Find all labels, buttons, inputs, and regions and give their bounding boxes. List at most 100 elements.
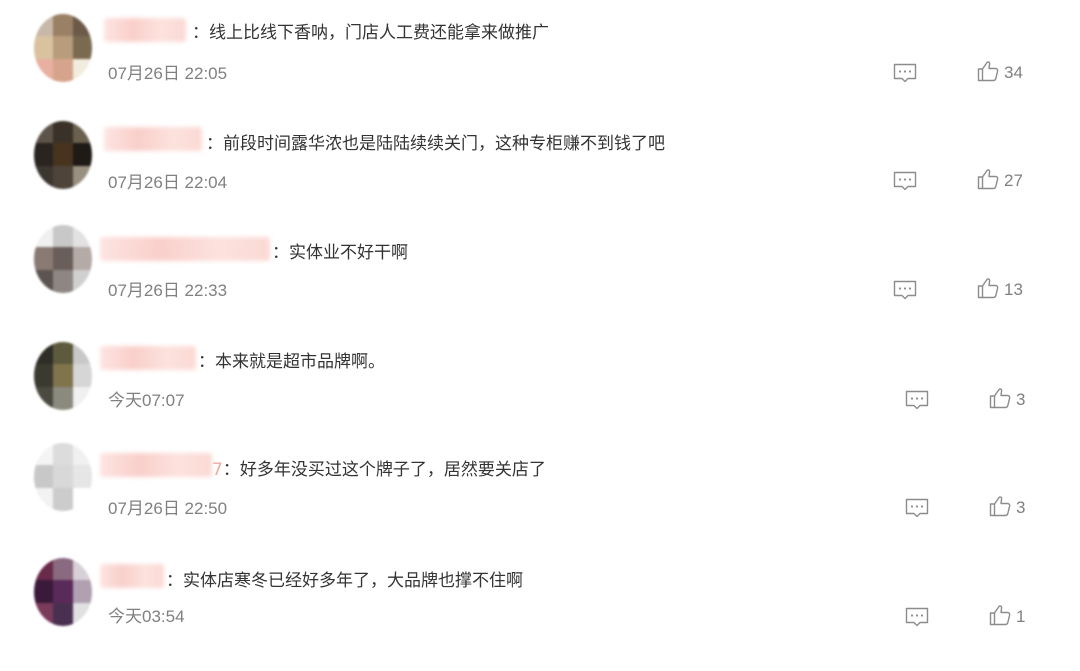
user-name[interactable] [100,453,212,477]
like-count: 27 [1004,171,1023,190]
like-button[interactable]: 34 [976,60,1023,86]
comment-body: ：好多年没买过这个牌子了，居然要关店了 [222,460,546,480]
like-count: 34 [1004,63,1023,82]
avatar-pixel [73,36,92,60]
thumbs-up-icon [976,167,1000,195]
avatar-pixel [73,580,92,604]
avatar[interactable] [34,558,92,626]
avatar-pixel [53,488,73,511]
comment-item: 7：好多年没买过这个牌子了，居然要关店了 07月26日 22:50 3 [0,437,1080,547]
avatar-pixel [34,580,53,604]
avatar-pixel [34,247,53,271]
reply-icon[interactable] [904,387,930,413]
avatar[interactable] [34,14,92,82]
avatar-pixel [34,465,53,489]
avatar-pixel [73,121,92,144]
comment-text: ：实体店寒冬已经好多年了，大品牌也撑不住啊 [166,566,523,591]
avatar-pixel [73,558,92,581]
avatar-pixel [73,465,92,489]
avatar-pixel [53,121,73,144]
comment-text: 7：好多年没买过这个牌子了，居然要关店了 [212,455,546,480]
like-button[interactable]: 3 [988,387,1025,413]
comment-time: 07月26日 22:04 [108,173,228,192]
avatar-pixel [34,342,53,365]
avatar-pixel [53,465,73,489]
comment-body: ：本来就是超市品牌啊。 [198,352,385,372]
avatar-pixel [73,225,92,248]
reply-icon[interactable] [892,168,918,194]
like-count: 3 [1016,390,1026,409]
avatar[interactable] [34,342,92,410]
avatar-pixel [53,603,73,626]
avatar-pixel [53,443,73,466]
comment-item: ：线上比线下香呐，门店人工费还能拿来做推广 07月26日 22:05 34 [0,0,1080,110]
comment-text: ：线上比线下香呐，门店人工费还能拿来做推广 [192,18,549,43]
avatar-pixel [34,121,53,144]
user-name[interactable] [100,237,270,261]
reply-icon[interactable] [892,60,918,86]
user-suffix[interactable]: 7 [212,460,223,480]
avatar-pixel [34,488,53,511]
avatar-pixel [73,364,92,388]
like-count: 1 [1016,607,1026,626]
user-name[interactable] [104,18,186,42]
comment-text: ：本来就是超市品牌啊。 [198,347,385,372]
avatar[interactable] [34,225,92,293]
reply-icon[interactable] [904,495,930,521]
avatar-pixel [53,166,73,189]
comment-text: ：前段时间露华浓也是陆陆续续关门，这种专柜赚不到钱了吧 [206,129,665,154]
avatar[interactable] [34,121,92,189]
comment-time: 今天07:07 [108,391,185,410]
user-name[interactable] [100,564,164,588]
avatar-pixel [53,558,73,581]
reply-icon[interactable] [892,277,918,303]
like-button[interactable]: 3 [988,495,1025,521]
comment-item: ：前段时间露华浓也是陆陆续续关门，这种专柜赚不到钱了吧 07月26日 22:04… [0,109,1080,219]
avatar-pixel [34,14,53,37]
thumbs-up-icon [976,59,1000,87]
comment-item: ：本来就是超市品牌啊。 今天07:07 3 [0,328,1080,438]
avatar-pixel [73,166,92,189]
thumbs-up-icon [988,386,1012,414]
like-button[interactable]: 13 [976,277,1023,303]
like-button[interactable]: 27 [976,168,1023,194]
avatar-pixel [73,59,92,82]
comment-time: 07月26日 22:05 [108,64,228,83]
avatar-pixel [73,443,92,466]
user-name[interactable] [104,127,202,151]
avatar-pixel [53,36,73,60]
comment-body: ：线上比线下香呐，门店人工费还能拿来做推广 [192,23,549,43]
avatar[interactable] [34,443,92,511]
avatar-pixel [53,342,73,365]
avatar-pixel [34,36,53,60]
avatar-pixel [34,59,53,82]
avatar-pixel [73,270,92,293]
avatar-pixel [34,387,53,410]
reply-icon[interactable] [904,604,930,630]
avatar-pixel [53,580,73,604]
avatar-pixel [53,143,73,167]
avatar-pixel [53,225,73,248]
avatar-pixel [53,270,73,293]
comment-item: ：实体业不好干啊 07月26日 22:33 13 [0,219,1080,329]
avatar-pixel [53,387,73,410]
avatar-pixel [34,225,53,248]
avatar-pixel [73,387,92,410]
comment-time: 07月26日 22:33 [108,281,228,300]
avatar-pixel [34,603,53,626]
user-name[interactable] [100,346,196,370]
avatar-pixel [53,59,73,82]
thumbs-up-icon [988,603,1012,631]
like-count: 13 [1004,280,1023,299]
comment-time: 07月26日 22:50 [108,499,228,518]
avatar-pixel [73,342,92,365]
comment-body: ：实体店寒冬已经好多年了，大品牌也撑不住啊 [166,571,523,591]
comment-text: ：实体业不好干啊 [272,238,408,263]
comment-item: ：实体店寒冬已经好多年了，大品牌也撑不住啊 今天03:54 1 [0,546,1080,656]
avatar-pixel [34,558,53,581]
avatar-pixel [73,488,92,511]
avatar-pixel [53,14,73,37]
avatar-pixel [73,14,92,37]
like-button[interactable]: 1 [988,604,1025,630]
avatar-pixel [53,247,73,271]
